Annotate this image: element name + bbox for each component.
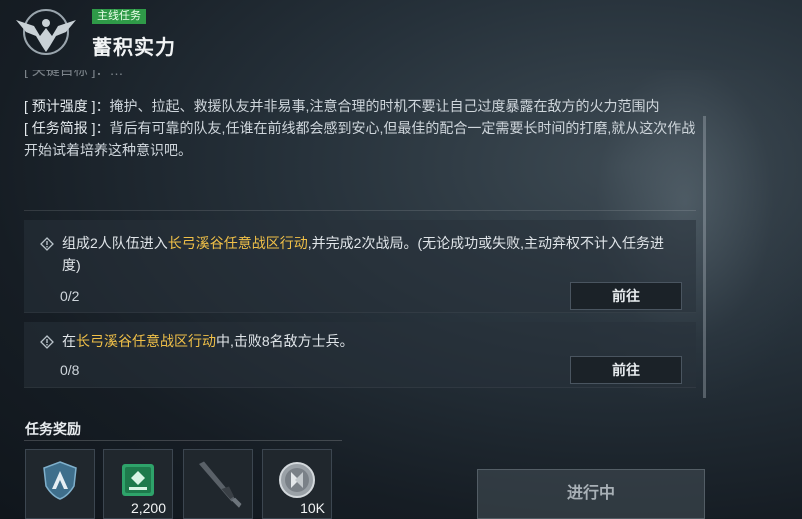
- divider: [24, 210, 696, 211]
- mission-detail-panel[interactable]: [ 关键目标 ]：… [ 预计强度 ]：掩护、拉起、救援队友并非易事,注意合理的…: [24, 70, 696, 400]
- task-description: 组成2人队伍进入长弓溪谷任意战区行动,并完成2次战局。(无论成功或失败,主动弃权…: [62, 232, 682, 276]
- rewards-title: 任务奖励: [25, 421, 81, 437]
- reward-slot[interactable]: 10K: [262, 449, 332, 519]
- reward-count: 10K: [300, 500, 325, 516]
- in-progress-button[interactable]: 进行中: [477, 469, 705, 519]
- intensity-text: ：掩护、拉起、救援队友并非易事,注意合理的时机不要让自己过度暴露在敌方的火力范围…: [95, 98, 660, 114]
- task-location-highlight: 长弓溪谷任意战区行动: [76, 333, 216, 349]
- objective-line-cut: [ 关键目标 ]：…: [24, 70, 124, 78]
- info-diamond-icon: [40, 237, 54, 251]
- supply-crate-icon: [122, 464, 154, 496]
- shield-emblem-icon: [43, 461, 77, 500]
- reward-count: 2,200: [130, 500, 166, 516]
- task-progress: 0/8: [60, 362, 80, 378]
- task-item: 组成2人队伍进入长弓溪谷任意战区行动,并完成2次战局。(无论成功或失败,主动弃权…: [24, 220, 696, 313]
- reward-slot[interactable]: [25, 449, 95, 519]
- rifle-icon: [199, 461, 242, 508]
- panel-scrollbar[interactable]: [703, 116, 706, 398]
- brief-key: [ 任务简报 ]: [24, 120, 96, 136]
- reward-slot[interactable]: [183, 449, 253, 519]
- brief-line: [ 任务简报 ]：背后有可靠的队友,任谁在前线都会感到安心,但最佳的配合一定需要…: [24, 117, 696, 161]
- mission-title: 蓄积实力: [92, 37, 176, 59]
- info-diamond-icon: [40, 335, 54, 349]
- task-location-highlight: 长弓溪谷任意战区行动: [167, 235, 308, 251]
- task-description: 在长弓溪谷任意战区行动中,击败8名敌方士兵。: [62, 330, 682, 352]
- task-progress: 0/2: [60, 288, 80, 304]
- task-text-pre: 在: [62, 333, 76, 349]
- mission-header: 主线任务 蓄积实力: [0, 0, 802, 62]
- brief-text: ：背后有可靠的队友,任谁在前线都会感到安心,但最佳的配合一定需要长时间的打磨,就…: [24, 120, 696, 158]
- coin-icon: [279, 462, 315, 498]
- reward-slot[interactable]: 2,200: [103, 449, 173, 519]
- rewards-divider: [24, 440, 342, 441]
- intensity-line: [ 预计强度 ]：掩护、拉起、救援队友并非易事,注意合理的时机不要让自己过度暴露…: [24, 95, 696, 117]
- intensity-key: [ 预计强度 ]: [24, 98, 96, 114]
- go-button[interactable]: 前往: [570, 356, 682, 384]
- eagle-emblem-icon: [16, 9, 76, 55]
- main-quest-tag: 主线任务: [92, 9, 146, 24]
- go-button[interactable]: 前往: [570, 282, 682, 310]
- task-item: 在长弓溪谷任意战区行动中,击败8名敌方士兵。 0/8 前往: [24, 322, 696, 388]
- task-text-post: 中,击败8名敌方士兵。: [216, 333, 354, 349]
- task-text-pre: 组成2人队伍进入: [62, 235, 168, 251]
